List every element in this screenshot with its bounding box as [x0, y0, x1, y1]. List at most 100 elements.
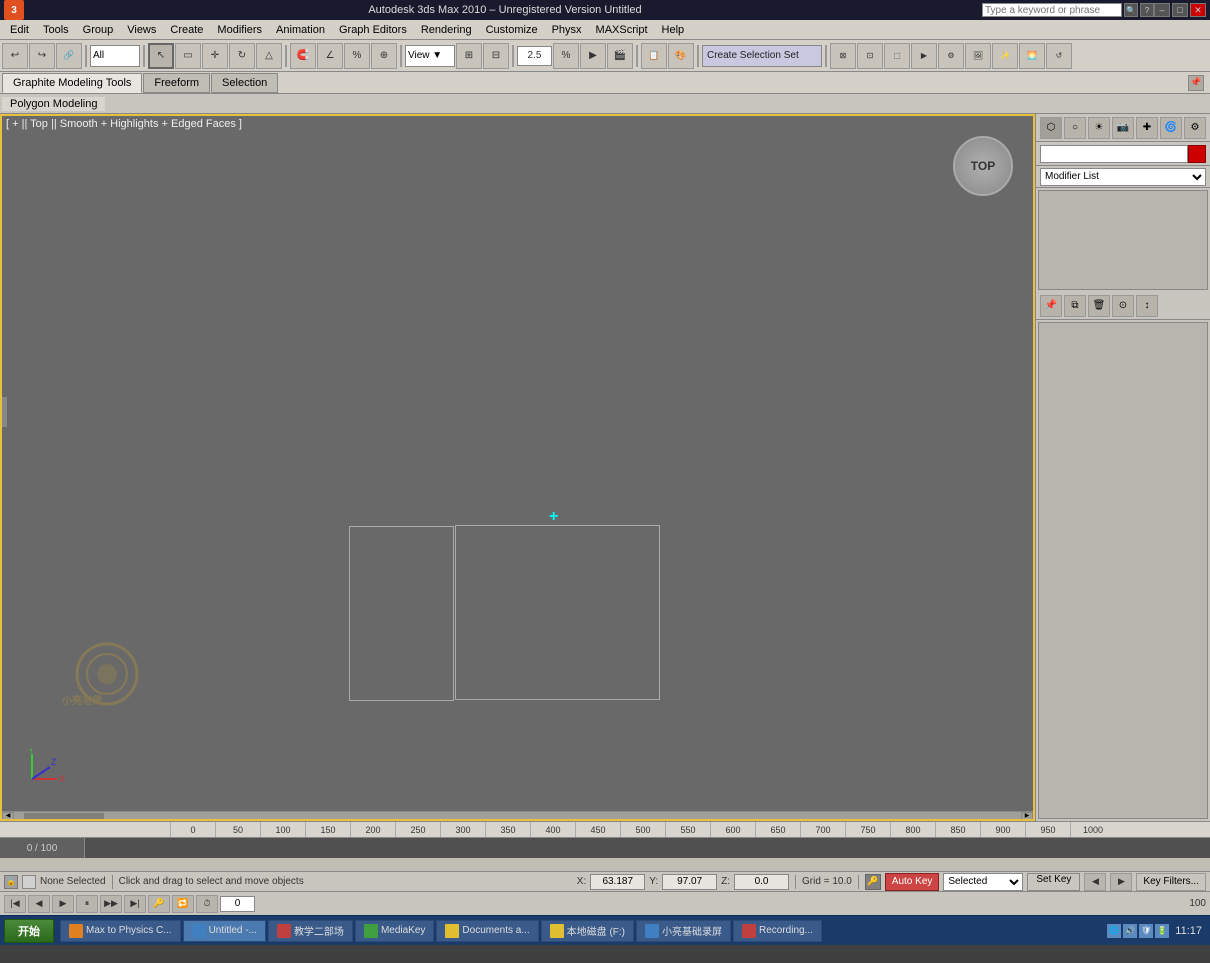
modifier-list-dropdown[interactable]: Modifier List — [1040, 168, 1206, 186]
anim-goto-start[interactable]: |◀ — [4, 895, 26, 913]
timeline-bar[interactable]: 0 / 100 — [0, 838, 1210, 858]
anim-loop[interactable]: 🔁 — [172, 895, 194, 913]
anim-next-frame[interactable]: ▶▶ — [100, 895, 122, 913]
menu-physx[interactable]: Physx — [546, 22, 588, 38]
panel-spacewarp-icon[interactable]: 🌀 — [1160, 117, 1182, 139]
toolbar-scale[interactable]: △ — [256, 43, 282, 69]
menu-group[interactable]: Group — [77, 22, 120, 38]
zoom-value[interactable]: 2.5 — [517, 46, 552, 66]
tray-net-icon[interactable]: 🌐 — [1107, 924, 1121, 938]
menu-edit[interactable]: Edit — [4, 22, 35, 38]
search-clear-btn[interactable] — [1188, 145, 1206, 163]
panel-geometry-icon[interactable]: ⬡ — [1040, 117, 1062, 139]
toolbar-effects[interactable]: ✨ — [992, 43, 1018, 69]
toolbar-select-link[interactable]: 🔗 — [56, 43, 82, 69]
scroll-right-btn[interactable]: ▶ — [1021, 812, 1033, 820]
menu-views[interactable]: Views — [121, 22, 162, 38]
anim-play[interactable]: ▶ — [52, 895, 74, 913]
tray-sound-icon[interactable]: 🔊 — [1123, 924, 1137, 938]
lock-icon[interactable]: 🔒 — [4, 875, 18, 889]
z-coord-input[interactable] — [734, 874, 789, 890]
panel-active-icon[interactable]: ⊙ — [1112, 295, 1134, 317]
panel-toggle-icon[interactable]: ↕ — [1136, 295, 1158, 317]
toolbar-percent[interactable]: % — [553, 43, 579, 69]
toolbar-render-preview[interactable]: ▶ — [580, 43, 606, 69]
menu-help[interactable]: Help — [656, 22, 691, 38]
viewport[interactable]: [ + || Top || Smooth + Highlights + Edge… — [0, 114, 1035, 821]
toolbar-undo2[interactable]: ↺ — [1046, 43, 1072, 69]
toolbar-spinner-snap[interactable]: ⊕ — [371, 43, 397, 69]
graphite-tab[interactable]: Graphite Modeling Tools — [2, 73, 142, 93]
toolbar-select[interactable]: ↖ — [148, 43, 174, 69]
anim-time-config[interactable]: ⏱ — [196, 895, 218, 913]
key-next-button[interactable]: ▶ — [1110, 873, 1132, 891]
right-panel-search-input[interactable] — [1040, 145, 1188, 163]
toolbar-schematic[interactable]: ⊡ — [857, 43, 883, 69]
anim-key-mode[interactable]: 🔑 — [148, 895, 170, 913]
h-scrollbar[interactable]: ◀ ▶ — [2, 811, 1033, 819]
title-search-button[interactable]: 🔍 — [1124, 3, 1138, 17]
panel-light-icon[interactable]: ☀ — [1088, 117, 1110, 139]
maximize-button[interactable]: □ — [1172, 3, 1188, 17]
taskbar-item-0[interactable]: Max to Physics C... — [60, 920, 181, 942]
close-button[interactable]: ✕ — [1190, 3, 1206, 17]
title-search-input[interactable] — [982, 3, 1122, 17]
timeline-track[interactable] — [85, 838, 1210, 858]
taskbar-item-1[interactable]: Untitled -... — [183, 920, 266, 942]
menu-create[interactable]: Create — [164, 22, 209, 38]
key-icon[interactable]: 🔑 — [865, 874, 881, 890]
toolbar-track-view[interactable]: ⊠ — [830, 43, 856, 69]
filter-dropdown[interactable]: All — [90, 45, 140, 67]
anim-prev-frame[interactable]: ◀ — [28, 895, 50, 913]
taskbar-item-7[interactable]: Recording... — [733, 920, 822, 942]
toolbar-undo[interactable]: ↩ — [2, 43, 28, 69]
anim-goto-end[interactable]: ▶| — [124, 895, 146, 913]
render-view-dropdown[interactable]: View ▼ — [405, 45, 455, 67]
toolbar-rotate[interactable]: ↻ — [229, 43, 255, 69]
title-help-icon[interactable]: ? — [1140, 3, 1154, 17]
menu-maxscript[interactable]: MAXScript — [590, 22, 654, 38]
toolbar-percent-snap[interactable]: % — [344, 43, 370, 69]
panel-copy-icon[interactable]: ⧉ — [1064, 295, 1086, 317]
key-filters-button[interactable]: Key Filters... — [1136, 873, 1206, 891]
freeform-tab[interactable]: Freeform — [143, 73, 210, 93]
scroll-left-btn[interactable]: ◀ — [2, 812, 14, 820]
tab-pin-button[interactable]: 📌 — [1188, 75, 1204, 91]
toolbar-render-frame[interactable]: 🖼 — [965, 43, 991, 69]
panel-delete-icon[interactable]: 🗑 — [1088, 295, 1110, 317]
taskbar-item-4[interactable]: Documents a... — [436, 920, 538, 942]
y-coord-input[interactable] — [662, 874, 717, 890]
toolbar-render-setup[interactable]: ⚙ — [938, 43, 964, 69]
tray-antivirus-icon[interactable]: 🛡 — [1139, 924, 1153, 938]
panel-shape-icon[interactable]: ○ — [1064, 117, 1086, 139]
nav-circle[interactable]: TOP — [953, 136, 1013, 196]
taskbar-item-2[interactable]: 教学二部场 — [268, 920, 353, 942]
panel-camera-icon[interactable]: 📷 — [1112, 117, 1134, 139]
toolbar-render[interactable]: ▶ — [911, 43, 937, 69]
taskbar-item-3[interactable]: MediaKey — [355, 920, 434, 942]
toolbar-mirror[interactable]: ⊞ — [456, 43, 482, 69]
taskbar-item-6[interactable]: 小亮基础录屏 — [636, 920, 731, 942]
toolbar-named-sel[interactable]: 📋 — [641, 43, 667, 69]
toolbar-wire-color[interactable]: 🎨 — [668, 43, 694, 69]
menu-modifiers[interactable]: Modifiers — [211, 22, 268, 38]
panel-systems-icon[interactable]: ⚙ — [1184, 117, 1206, 139]
start-button[interactable]: 开始 — [4, 919, 54, 943]
selection-tab[interactable]: Selection — [211, 73, 278, 93]
toolbar-quick-render[interactable]: 🎬 — [607, 43, 633, 69]
toolbar-environment[interactable]: 🌅 — [1019, 43, 1045, 69]
toolbar-mat-editor[interactable]: ⬚ — [884, 43, 910, 69]
polygon-modeling-tab[interactable]: Polygon Modeling — [2, 97, 105, 111]
current-frame-input[interactable] — [220, 896, 255, 912]
menu-rendering[interactable]: Rendering — [415, 22, 478, 38]
taskbar-item-5[interactable]: 本地磁盘 (F:) — [541, 920, 634, 942]
viewport-nav-cube[interactable]: TOP — [953, 136, 1013, 196]
key-prev-button[interactable]: ◀ — [1084, 873, 1106, 891]
menu-animation[interactable]: Animation — [270, 22, 331, 38]
menu-tools[interactable]: Tools — [37, 22, 75, 38]
anim-stop[interactable]: ⏸ — [76, 895, 98, 913]
tray-battery-icon[interactable]: 🔋 — [1155, 924, 1169, 938]
selected-dropdown[interactable]: Selected — [943, 873, 1023, 891]
toolbar-select-move[interactable]: ✛ — [202, 43, 228, 69]
toolbar-angle-snap[interactable]: ∠ — [317, 43, 343, 69]
